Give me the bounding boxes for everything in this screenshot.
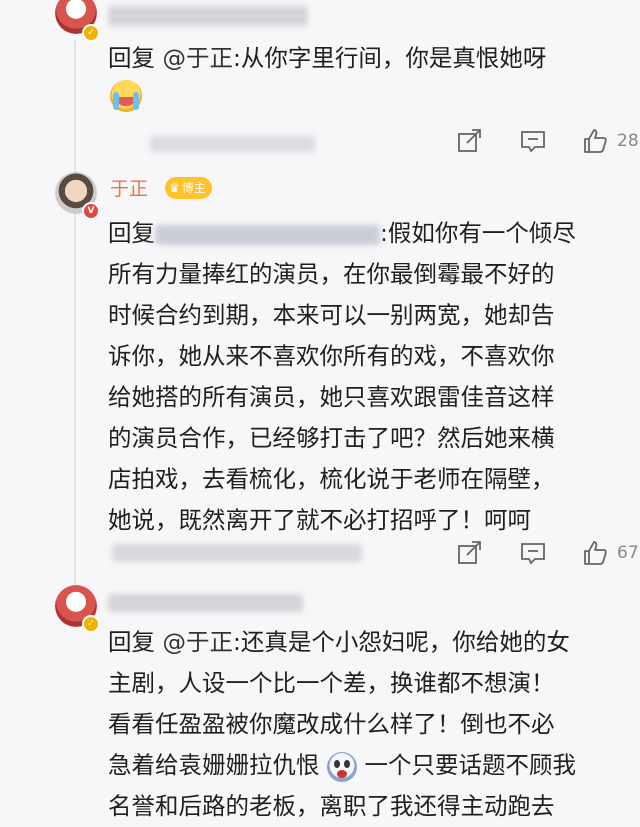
mention-link[interactable]: @于正 xyxy=(162,44,233,72)
comment-text: 回复 :假如你有一个倾尽 所有力量捧红的演员，在你最倒霉最不好的 时候合约到期，本… xyxy=(108,213,638,541)
blogger-badge-label: 博主 xyxy=(181,181,206,195)
comment-line: 急着给袁姗姗拉仇恨 xyxy=(108,751,320,779)
like-count: 28 xyxy=(617,131,639,151)
crying-emoji-icon xyxy=(110,80,142,112)
comment-line: :还真是个小怨妇呢，你给她的女 xyxy=(232,628,570,656)
fan-icon: ♛ xyxy=(169,181,180,195)
comment-line: 给她搭的所有演员，她只喜欢跟雷佳音这样 xyxy=(108,383,555,411)
comment-line: 一个只要话题不顾我 xyxy=(364,751,576,779)
blogger-badge: ♛ 博主 xyxy=(165,177,212,199)
comment-body: :从你字里行间，你是真恨她呀 xyxy=(232,44,547,72)
comment-line: 诉你，她从来不喜欢你所有的戏，不喜欢你 xyxy=(108,342,555,370)
comment-icon[interactable] xyxy=(520,128,546,154)
blurred-username xyxy=(155,224,380,245)
blurred-username xyxy=(108,594,303,612)
reply-prefix: 回复 xyxy=(108,219,155,247)
like-count: 67 xyxy=(617,543,639,563)
verified-badge-icon: V xyxy=(82,202,100,220)
mention-link[interactable]: @于正 xyxy=(162,628,233,656)
comment-icon[interactable] xyxy=(520,540,546,566)
share-icon[interactable] xyxy=(457,128,483,154)
thread-line xyxy=(74,40,76,600)
action-bar: 28 xyxy=(455,128,640,158)
comment-line: :假如你有一个倾尽 xyxy=(380,219,576,247)
comment-line: 时候合约到期，本来可以一别两宽，她却告 xyxy=(108,301,555,329)
verified-badge-icon: ✓ xyxy=(82,615,100,633)
comment-line: 急着给袁姗姗拉仇恨 一个只要话题不顾我 xyxy=(108,745,638,786)
author-name[interactable]: 于正 xyxy=(110,174,148,201)
comment-line: 主剧，人设一个比一个差，换谁都不想演！ xyxy=(108,669,555,697)
fearful-emoji-icon xyxy=(326,751,357,782)
verified-badge-icon: ✓ xyxy=(82,24,100,42)
blurred-timestamp xyxy=(150,136,315,152)
reply-prefix: 回复 xyxy=(108,628,155,656)
comment-text: 回复 @于正:还真是个小怨妇呢，你给她的女 主剧，人设一个比一个差，换谁都不想演… xyxy=(108,622,638,827)
like-icon[interactable] xyxy=(582,128,608,154)
action-bar: 67 xyxy=(455,540,640,570)
reply-prefix: 回复 xyxy=(108,44,155,72)
comment-line: 回复 :假如你有一个倾尽 xyxy=(108,213,638,254)
comment-line: 看看任盈盈被你魔改成什么样了！倒也不必 xyxy=(108,710,555,738)
blurred-timestamp xyxy=(112,544,362,562)
comment-line: 她说，既然离开了就不必打招呼了！呵呵 xyxy=(108,506,531,534)
comment-text: 回复 @于正:从你字里行间，你是真恨她呀 xyxy=(108,38,638,79)
blurred-username xyxy=(108,6,308,26)
share-icon[interactable] xyxy=(457,540,483,566)
comment-line: 回复 @于正:还真是个小怨妇呢，你给她的女 xyxy=(108,622,638,663)
comment-line: 店拍戏，去看梳化，梳化说于老师在隔壁， xyxy=(108,465,555,493)
comment-line: 所有力量捧红的演员，在你最倒霉最不好的 xyxy=(108,260,555,288)
like-icon[interactable] xyxy=(582,540,608,566)
comment-line: 的演员合作，已经够打击了吧？然后她来横 xyxy=(108,424,555,452)
